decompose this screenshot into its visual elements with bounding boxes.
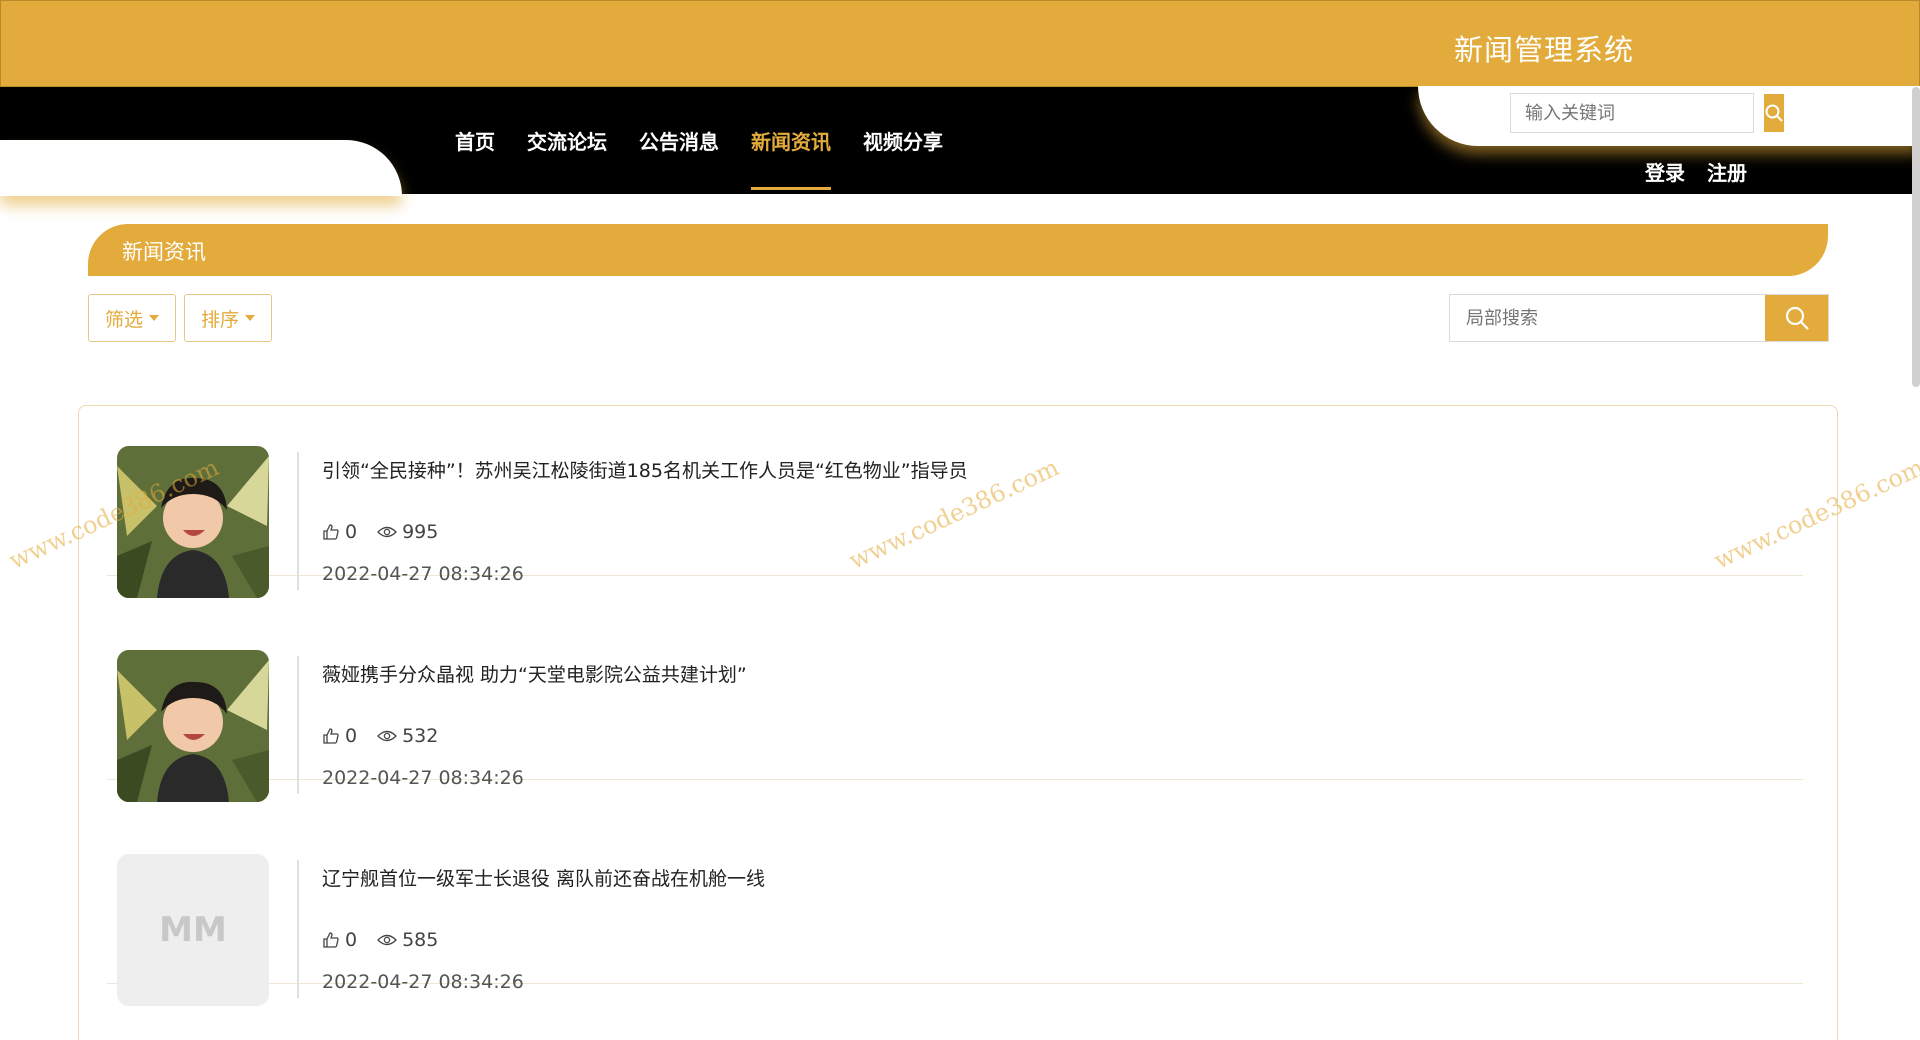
eye-icon — [377, 526, 398, 538]
placeholder-text: MM — [159, 910, 227, 950]
sort-dropdown[interactable]: 排序 — [184, 294, 273, 342]
news-title[interactable]: 引领“全民接种”！苏州吴江松陵街道185名机关工作人员是“红色物业”指导员 — [322, 456, 968, 483]
news-list-item[interactable]: 引领“全民接种”！苏州吴江松陵街道185名机关工作人员是“红色物业”指导员 0 … — [107, 406, 1803, 598]
news-list-item[interactable]: 薇娅携手分众晶视 助力“天堂电影院公益共建计划” 0 532 2022-04-2… — [107, 610, 1803, 802]
news-thumbnail — [117, 650, 269, 802]
news-list-item[interactable]: MM 辽宁舰首位一级军士长退役 离队前还奋战在机舱一线 0 585 2022-0… — [107, 814, 1803, 1006]
news-stats: 0 585 — [322, 929, 450, 951]
views-count: 532 — [402, 725, 439, 747]
views-stat: 532 — [377, 725, 438, 747]
nav-item-home[interactable]: 首页 — [455, 128, 495, 190]
views-stat: 995 — [377, 521, 438, 543]
likes-stat[interactable]: 0 — [322, 521, 357, 543]
caret-down-icon — [149, 315, 160, 321]
nav-item-videos[interactable]: 视频分享 — [863, 128, 943, 190]
likes-count: 0 — [345, 929, 358, 951]
news-stats: 0 532 — [322, 725, 450, 747]
thumbs-up-icon — [323, 728, 339, 744]
search-icon — [1785, 306, 1809, 330]
local-search-box — [1449, 294, 1829, 342]
top-header-bar: 新闻管理系统 — [0, 0, 1920, 87]
views-count: 995 — [402, 521, 439, 543]
thumbs-up-icon — [323, 932, 339, 948]
page-scrollbar[interactable] — [1912, 87, 1920, 387]
news-stats: 0 995 — [322, 521, 450, 543]
news-title[interactable]: 辽宁舰首位一级军士长退役 离队前还奋战在机舱一线 — [322, 864, 765, 891]
news-thumbnail-placeholder: MM — [117, 854, 269, 1006]
sort-label: 排序 — [201, 308, 240, 331]
top-search-button[interactable] — [1764, 94, 1784, 132]
nav-left-decoration — [0, 140, 402, 196]
news-title[interactable]: 薇娅携手分众晶视 助力“天堂电影院公益共建计划” — [322, 660, 747, 687]
likes-count: 0 — [345, 725, 358, 747]
news-date: 2022-04-27 08:34:26 — [322, 563, 524, 585]
section-banner: 新闻资讯 — [88, 224, 1828, 276]
site-title: 新闻管理系统 — [1453, 33, 1634, 67]
filter-dropdown[interactable]: 筛选 — [88, 294, 177, 342]
top-search-input[interactable] — [1511, 94, 1764, 132]
news-date: 2022-04-27 08:34:26 — [322, 971, 524, 993]
item-divider — [297, 656, 299, 794]
local-search-input[interactable] — [1450, 295, 1765, 341]
register-link[interactable]: 注册 — [1707, 157, 1747, 186]
views-count: 585 — [402, 929, 439, 951]
eye-icon — [377, 730, 398, 742]
likes-stat[interactable]: 0 — [322, 929, 357, 951]
eye-icon — [377, 934, 398, 946]
caret-down-icon — [245, 315, 256, 321]
item-divider — [297, 860, 299, 998]
views-stat: 585 — [377, 929, 438, 951]
auth-links: 登录 注册 — [1645, 157, 1747, 186]
news-list: 引领“全民接种”！苏州吴江松陵街道185名机关工作人员是“红色物业”指导员 0 … — [78, 405, 1838, 1040]
login-link[interactable]: 登录 — [1645, 157, 1685, 186]
section-title: 新闻资讯 — [122, 240, 206, 264]
nav-item-news[interactable]: 新闻资讯 — [751, 128, 831, 190]
filter-label: 筛选 — [105, 308, 144, 331]
nav-item-announcements[interactable]: 公告消息 — [639, 128, 719, 190]
item-divider — [297, 452, 299, 590]
local-search-button[interactable] — [1765, 295, 1828, 341]
search-icon — [1765, 104, 1783, 122]
avatar-photo-icon — [117, 446, 269, 598]
thumbs-up-icon — [323, 524, 339, 540]
news-thumbnail — [117, 446, 269, 598]
nav-menu: 首页 交流论坛 公告消息 新闻资讯 视频分享 — [455, 128, 975, 190]
likes-stat[interactable]: 0 — [322, 725, 357, 747]
news-date: 2022-04-27 08:34:26 — [322, 767, 524, 789]
avatar-photo-icon — [117, 650, 269, 802]
nav-item-forum[interactable]: 交流论坛 — [527, 128, 607, 190]
top-search-box — [1510, 93, 1784, 133]
likes-count: 0 — [345, 521, 358, 543]
